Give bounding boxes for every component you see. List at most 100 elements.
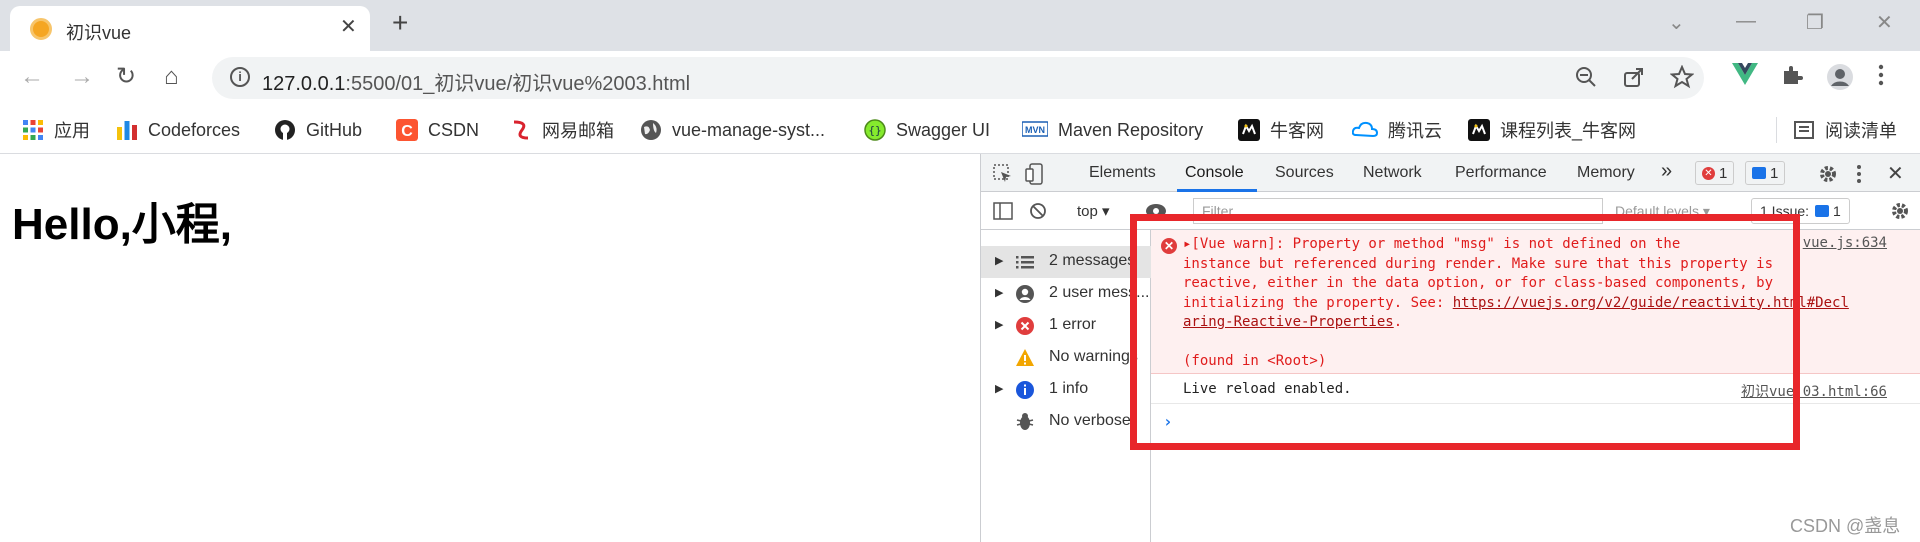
- error-count-badge[interactable]: ✕ 1: [1695, 161, 1735, 185]
- browser-tab[interactable]: 初识vue ✕: [10, 6, 370, 51]
- codeforces-icon: [117, 121, 137, 140]
- profile-icon[interactable]: [1826, 63, 1854, 91]
- home-button[interactable]: ⌂: [164, 63, 179, 91]
- github-icon: [275, 120, 295, 140]
- minimize-button[interactable]: —: [1736, 10, 1756, 33]
- bookmark-course-list[interactable]: 课程列表_牛客网: [1468, 117, 1636, 143]
- browser-toolbar: ← → ↻ ⌂ i 127.0.0.1:5500/01_初识vue/初识vue%…: [0, 51, 1920, 107]
- bookmark-vue-manage[interactable]: vue-manage-syst...: [640, 117, 825, 143]
- issues-count: 1: [1833, 203, 1841, 219]
- sidebar-item-errors[interactable]: ▶ 1 error: [981, 310, 1151, 342]
- nowcoder-icon: [1468, 119, 1490, 141]
- restore-button[interactable]: ❐: [1806, 10, 1824, 35]
- bookmark-label: 应用: [54, 121, 90, 141]
- tab-title: 初识vue: [66, 23, 132, 43]
- message-icon: [1752, 167, 1766, 179]
- sidebar-item-info[interactable]: ▶ 1 info: [981, 374, 1151, 406]
- tab-console[interactable]: Console: [1185, 164, 1244, 182]
- tab-strip: 初识vue ✕ + ⌄ — ❐ ✕: [0, 0, 1920, 51]
- reload-button[interactable]: ↻: [116, 63, 136, 91]
- reading-list-icon: [1794, 121, 1814, 139]
- bookmark-netease-mail[interactable]: 网易邮箱: [510, 117, 614, 143]
- expand-arrow-icon[interactable]: ▶: [995, 286, 1003, 299]
- bookmark-label: GitHub: [306, 119, 363, 140]
- zoom-out-icon[interactable]: [1574, 65, 1598, 89]
- bookmark-label: Codeforces: [148, 119, 241, 140]
- bookmark-apps[interactable]: 应用: [22, 117, 90, 143]
- bookmark-star-icon[interactable]: [1670, 65, 1694, 89]
- bookmark-tencent-cloud[interactable]: 腾讯云: [1352, 117, 1442, 143]
- page-heading: Hello,小程,: [12, 200, 233, 249]
- watermark: CSDN @盏息: [1790, 516, 1901, 536]
- bookmark-label: vue-manage-syst...: [672, 119, 826, 140]
- devtools-menu-icon[interactable]: [1855, 163, 1863, 185]
- tab-network[interactable]: Network: [1363, 164, 1422, 182]
- tab-close-icon[interactable]: ✕: [340, 17, 357, 37]
- expand-arrow-icon[interactable]: ▶: [995, 254, 1003, 267]
- svg-text:C: C: [401, 123, 413, 140]
- sidebar-item-messages[interactable]: ▶ 2 messages: [981, 246, 1151, 278]
- tencent-cloud-icon: [1352, 121, 1378, 138]
- svg-text:{}: {}: [868, 124, 881, 137]
- sidebar-toggle-icon[interactable]: [993, 202, 1013, 220]
- menu-icon[interactable]: [1876, 63, 1886, 87]
- devtools-tabbar: Elements Console Sources Network Perform…: [981, 154, 1920, 192]
- bookmark-swagger[interactable]: {} Swagger UI: [864, 117, 990, 143]
- info-count-badge[interactable]: 1: [1745, 161, 1786, 185]
- sidebar-item-warnings[interactable]: No warnings: [981, 342, 1151, 374]
- new-tab-button[interactable]: +: [392, 9, 408, 37]
- user-icon: [1016, 285, 1034, 303]
- close-devtools-icon[interactable]: ✕: [1887, 161, 1904, 186]
- bookmark-label: 腾讯云: [1388, 121, 1442, 141]
- csdn-icon: C: [396, 119, 418, 141]
- expand-arrow-icon[interactable]: ▶: [995, 382, 1003, 395]
- url-text[interactable]: 127.0.0.1:5500/01_初识vue/初识vue%2003.html: [262, 67, 690, 96]
- puzzle-icon[interactable]: [1780, 63, 1804, 87]
- clear-console-icon[interactable]: [1029, 202, 1047, 220]
- bookmark-github[interactable]: GitHub: [274, 117, 362, 143]
- address-bar[interactable]: i 127.0.0.1:5500/01_初识vue/初识vue%2003.htm…: [212, 57, 1704, 99]
- error-icon: ✕: [1702, 166, 1715, 180]
- context-label: top: [1077, 203, 1098, 220]
- error-source-link[interactable]: vue.js:634: [1803, 235, 1887, 251]
- bookmark-maven[interactable]: MVN Maven Repository: [1022, 117, 1203, 143]
- inspect-element-icon[interactable]: [993, 164, 1013, 184]
- bookmarks-bar: 应用 Codeforces GitHub C CSDN 网易邮箱 vue-man…: [0, 107, 1920, 154]
- bookmark-nowcoder[interactable]: 牛客网: [1238, 117, 1324, 143]
- console-settings-gear-icon[interactable]: [1889, 200, 1911, 222]
- reading-list-label: 阅读清单: [1825, 121, 1897, 141]
- netease-mail-icon: [513, 120, 529, 140]
- close-window-button[interactable]: ✕: [1876, 10, 1893, 35]
- bookmark-label: CSDN: [428, 119, 480, 140]
- bookmark-label: 牛客网: [1270, 121, 1324, 141]
- error-icon: [1016, 317, 1034, 335]
- tab-performance[interactable]: Performance: [1455, 164, 1547, 182]
- forward-button[interactable]: →: [70, 63, 94, 91]
- bookmark-csdn[interactable]: C CSDN: [396, 117, 479, 143]
- settings-gear-icon[interactable]: [1817, 163, 1839, 185]
- vue-devtools-icon[interactable]: [1732, 63, 1758, 87]
- maven-icon: MVN: [1022, 121, 1048, 137]
- sidebar-item-user-messages[interactable]: ▶ 2 user mess...: [981, 278, 1151, 310]
- share-icon[interactable]: [1622, 65, 1646, 89]
- tab-memory[interactable]: Memory: [1577, 164, 1635, 182]
- tab-favicon-icon: [30, 18, 52, 40]
- bookmark-codeforces[interactable]: Codeforces: [116, 117, 240, 143]
- site-info-icon[interactable]: i: [230, 67, 250, 87]
- bookmark-label: 网易邮箱: [542, 121, 614, 141]
- info-icon: [1016, 381, 1034, 399]
- reading-list-button[interactable]: 阅读清单: [1776, 117, 1897, 143]
- tab-elements[interactable]: Elements: [1089, 164, 1156, 182]
- back-button[interactable]: ←: [20, 63, 44, 91]
- more-tabs-button[interactable]: »: [1661, 160, 1672, 183]
- bookmark-label: Maven Repository: [1058, 119, 1204, 140]
- bookmark-label: Swagger UI: [896, 119, 991, 140]
- sidebar-item-verbose[interactable]: No verbose: [981, 406, 1151, 438]
- context-selector[interactable]: top ▾: [1077, 202, 1110, 220]
- expand-arrow-icon[interactable]: ▶: [995, 318, 1003, 331]
- info-count: 1: [1770, 164, 1779, 182]
- tab-sources[interactable]: Sources: [1275, 164, 1334, 182]
- tab-search-icon[interactable]: ⌄: [1668, 10, 1685, 35]
- error-count: 1: [1719, 164, 1728, 182]
- device-toolbar-icon[interactable]: [1025, 163, 1045, 185]
